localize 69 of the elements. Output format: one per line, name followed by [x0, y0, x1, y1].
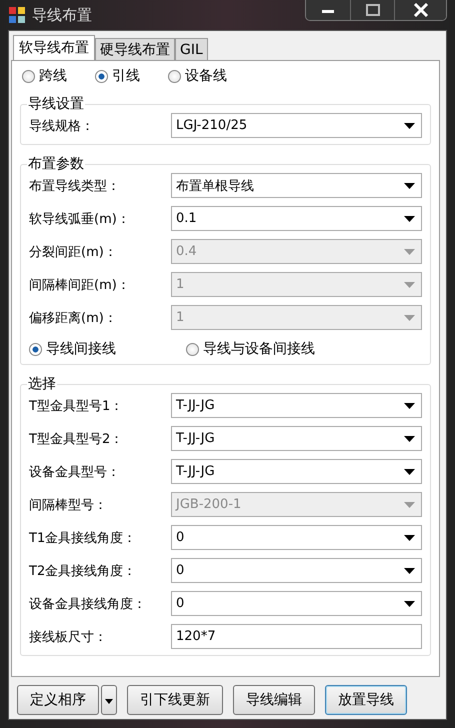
radio-label: 导线间接线	[46, 340, 116, 358]
action-button[interactable]: 放置导线	[325, 685, 407, 715]
dropdown-arrow-icon	[404, 314, 415, 320]
field-label: T1金具接线角度：	[29, 530, 138, 546]
group-title: 布置参数	[27, 155, 85, 173]
dropdown-arrow-icon	[404, 600, 415, 606]
window-title: 导线布置	[32, 6, 92, 24]
radio-option[interactable]: 引线	[95, 67, 140, 85]
radio-button[interactable]	[95, 70, 108, 82]
field-label: 接线板尺寸：	[29, 628, 108, 646]
radio-button[interactable]	[29, 342, 42, 356]
group-title: 选择	[27, 375, 57, 393]
field-label: 间隔棒间距(m)：	[29, 276, 131, 294]
radio-label: 跨线	[39, 67, 67, 85]
close-icon	[412, 3, 428, 17]
field-label: 设备金具接线角度：	[29, 596, 147, 612]
field-label: 导线规格：	[29, 118, 95, 134]
dropdown-arrow-icon	[404, 216, 415, 222]
field-label: 间隔棒型号：	[29, 496, 108, 514]
dropdown-field[interactable]: 0	[171, 591, 422, 616]
dropdown-field[interactable]: T-JJ-JG	[171, 393, 422, 418]
dropdown-field[interactable]: 0	[171, 558, 422, 583]
radio-option[interactable]: 设备线	[168, 67, 227, 85]
dropdown-arrow-icon	[404, 568, 415, 574]
dropdown-field[interactable]: 0	[171, 525, 422, 550]
dropdown-field[interactable]: T-JJ-JG	[171, 426, 422, 451]
radio-label: 引线	[112, 67, 140, 85]
dropdown-arrow-icon	[404, 534, 415, 540]
radio-button[interactable]	[22, 70, 35, 82]
field-label: 软导线弧垂(m)：	[29, 210, 131, 228]
action-button[interactable]: 引下线更新	[127, 685, 223, 715]
dropdown-arrow-icon	[404, 122, 415, 128]
dropdown-arrow-icon	[404, 282, 415, 288]
dropdown-field[interactable]: T-JJ-JG	[171, 459, 422, 484]
action-button[interactable]: 导线编辑	[233, 685, 315, 715]
dropdown-arrow-icon	[404, 436, 415, 442]
dropdown-arrow-icon	[404, 182, 415, 188]
dropdown-arrow-icon	[404, 502, 415, 508]
field-label: T2金具接线角度：	[29, 562, 138, 580]
radio-button[interactable]	[168, 70, 181, 82]
dropdown-arrow-icon	[404, 468, 415, 474]
maximize-icon	[364, 4, 380, 16]
caret-icon	[105, 699, 113, 704]
dropdown-arrow-icon	[404, 402, 415, 408]
field-label: 设备金具型号：	[29, 464, 121, 480]
tab[interactable]: 软导线布置	[13, 35, 95, 61]
tab[interactable]: GIL	[175, 38, 208, 61]
field-label: 分裂间距(m)：	[29, 244, 118, 260]
group-title: 导线设置	[27, 95, 85, 113]
close-button[interactable]	[394, 0, 446, 20]
radio-button[interactable]	[186, 342, 199, 356]
field-label: 布置导线类型：	[29, 178, 121, 194]
tab[interactable]: 硬导线布置	[95, 38, 175, 61]
dropdown-button[interactable]	[101, 685, 117, 715]
radio-label: 设备线	[185, 67, 227, 85]
dropdown-field[interactable]: 0.1	[171, 206, 422, 231]
field-label: T型金具型号2：	[29, 430, 124, 448]
define-phase-button[interactable]: 定义相序	[17, 685, 99, 715]
radio-option[interactable]: 跨线	[22, 67, 67, 85]
field-label: 偏移距离(m)：	[29, 310, 118, 326]
radio-option[interactable]: 导线间接线	[29, 340, 116, 358]
maximize-button[interactable]	[350, 0, 394, 20]
app-icon	[8, 6, 26, 24]
dropdown-field[interactable]: 布置单根导线	[171, 173, 422, 198]
input-field[interactable]: 120*7	[171, 624, 422, 649]
minimize-button[interactable]	[306, 0, 350, 20]
dropdown-field[interactable]: LGJ-210/25	[171, 113, 422, 138]
field-label: T型金具型号1：	[29, 398, 124, 414]
dropdown-arrow-icon	[404, 248, 415, 254]
